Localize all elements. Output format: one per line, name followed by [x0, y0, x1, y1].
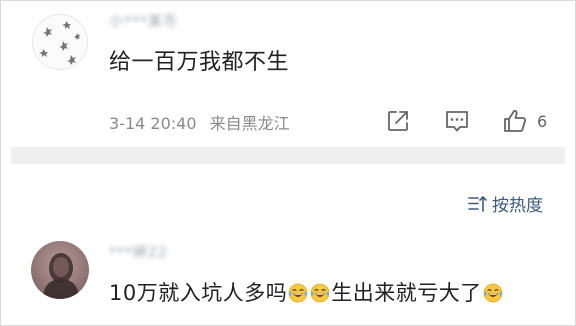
sort-button[interactable]: 按热度: [468, 191, 543, 216]
comment-meta: 3-14 20:40 来自黑龙江: [109, 110, 298, 134]
laughing-tears-emoji-icon: [288, 283, 308, 303]
share-button[interactable]: [385, 106, 411, 136]
comment-item: 小***某币 给一百万我都不生 3-14 20:40 来自黑龙江 6: [1, 1, 575, 147]
like-count: 6: [537, 111, 548, 131]
reply-button[interactable]: [443, 106, 471, 136]
comment-thread: 小***某币 给一百万我都不生 3-14 20:40 来自黑龙江 6 按热度 *…: [0, 0, 576, 326]
thumbs-up-icon: [504, 110, 527, 132]
username[interactable]: ***婷22: [109, 242, 168, 262]
comment-text: 给一百万我都不生: [109, 50, 290, 75]
avatar[interactable]: [32, 14, 88, 70]
share-icon: [388, 111, 408, 131]
comment-text-part: 10万就入坑人多吗: [109, 281, 288, 305]
sort-icon: [468, 195, 487, 212]
comment-timestamp: 3-14 20:40: [109, 114, 197, 133]
comment-text: 10万就入坑人多吗 生出来就亏大了: [109, 277, 504, 307]
comment-icon: [446, 111, 468, 132]
section-divider: [11, 147, 565, 164]
comment-location: 来自黑龙江: [209, 114, 290, 133]
like-button[interactable]: 6: [501, 106, 547, 136]
avatar-pattern-icon: [39, 21, 80, 65]
comment-text-part: 生出来就亏大了: [331, 281, 482, 305]
person-silhouette-icon: [43, 253, 79, 299]
username[interactable]: 小***某币: [109, 11, 178, 30]
sort-label: 按热度: [492, 196, 543, 216]
laughing-tears-emoji-icon: [310, 283, 330, 303]
avatar[interactable]: [31, 241, 89, 299]
laughing-tears-emoji-icon: [483, 283, 503, 303]
